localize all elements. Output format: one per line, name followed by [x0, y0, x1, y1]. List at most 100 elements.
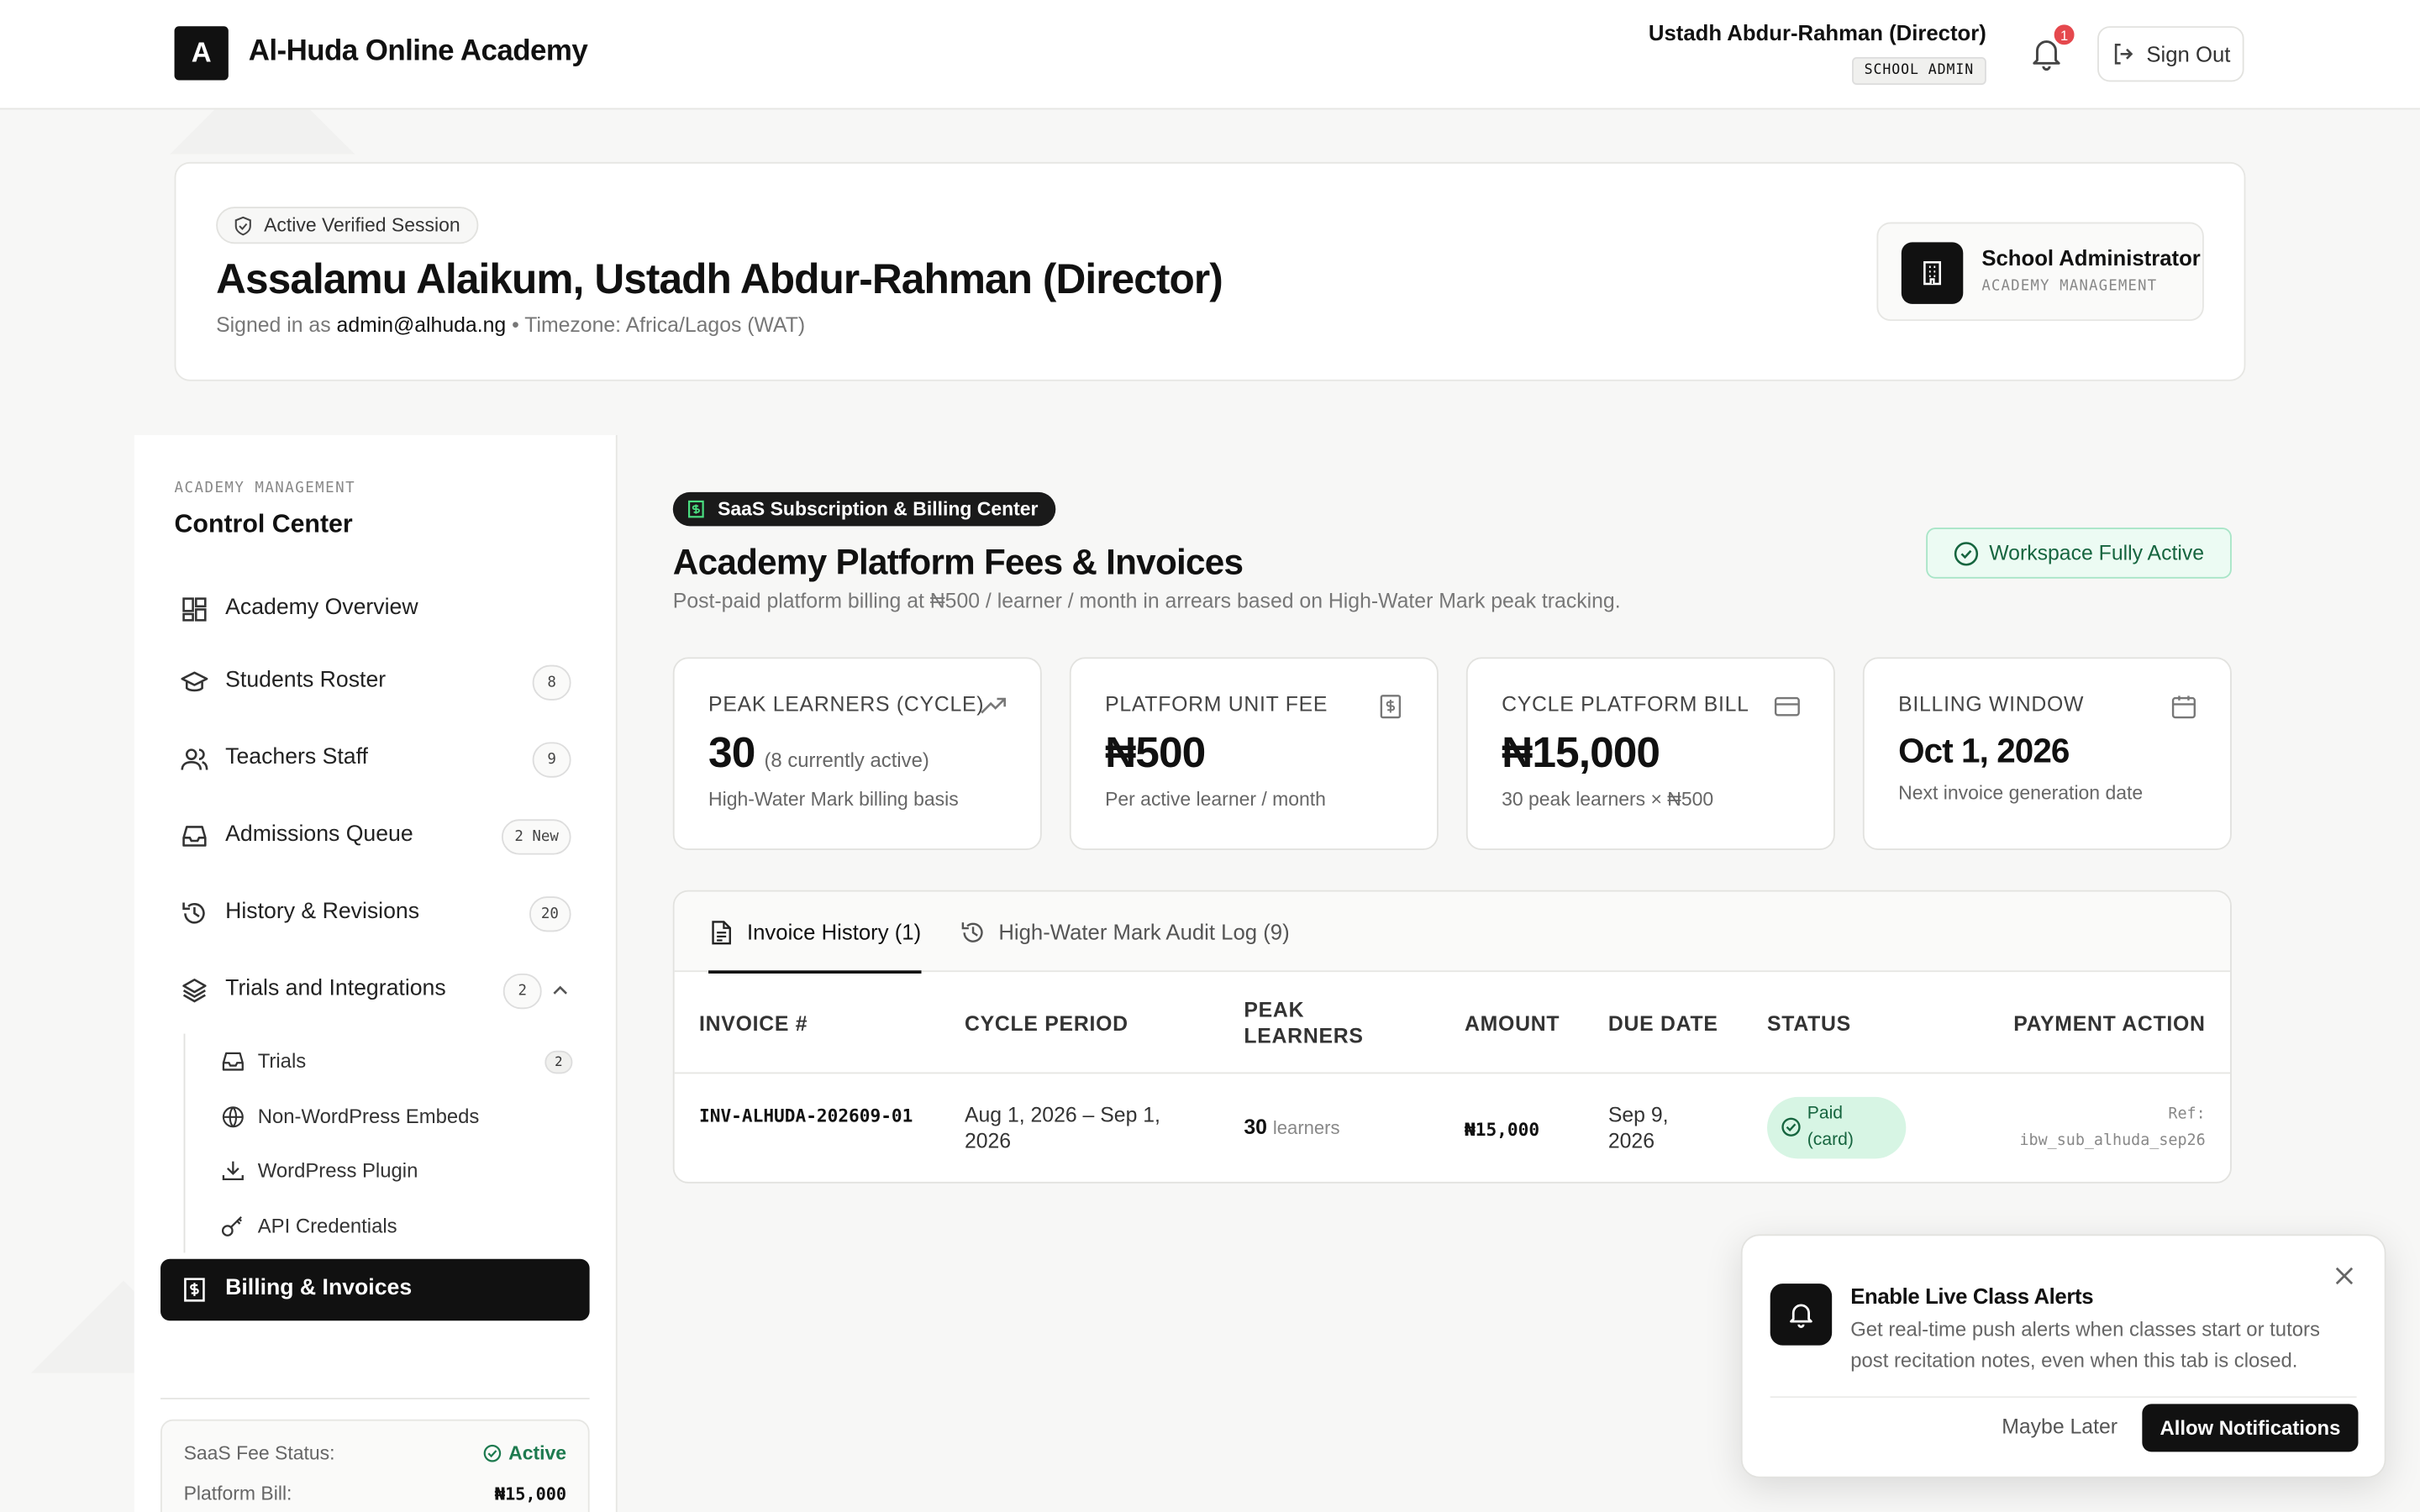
notification-permission-toast: Enable Live Class Alerts Get real-time p…: [1740, 1234, 2386, 1478]
column-header: AMOUNT: [1465, 1011, 1560, 1036]
fee-status-row: SaaS Fee Status: Active: [184, 1442, 567, 1464]
sidebar-item-label: Teachers Staff: [225, 745, 368, 770]
close-icon[interactable]: [2332, 1263, 2356, 1288]
stat-caption: Next invoice generation date: [1898, 782, 2144, 804]
tab-label: Invoice History (1): [746, 919, 922, 945]
sidebar-item-history-revisions[interactable]: History & Revisions 20: [160, 883, 590, 944]
invoice-panel: Invoice History (1) High-Water Mark Audi…: [672, 890, 2232, 1184]
tab-invoice-history[interactable]: Invoice History (1): [708, 892, 922, 974]
sidebar-item-label: Billing & Invoices: [225, 1275, 413, 1301]
tab-audit-log[interactable]: High-Water Mark Audit Log (9): [960, 892, 1290, 973]
users-icon: [181, 748, 208, 770]
peak-learners-unit: learners: [1272, 1116, 1340, 1139]
check-circle-icon: [1954, 541, 1978, 565]
building-icon: [1901, 242, 1964, 304]
invoice-number: INV-ALHUDA-202609-01: [699, 1105, 913, 1126]
key-icon: [221, 1215, 242, 1236]
notification-count-badge: 1: [2052, 23, 2076, 47]
stat-card-peak-learners: PEAK LEARNERS (CYCLE) 30 (8 currently act…: [672, 657, 1042, 851]
sidebar-item-admissions-queue[interactable]: Admissions Queue 2 New: [160, 806, 590, 867]
sign-out-button[interactable]: Sign Out: [2097, 26, 2244, 82]
section-pill: SaaS Subscription & Billing Center: [672, 491, 1055, 527]
welcome-card: Active Verified Session Assalamu Alaikum…: [174, 161, 2246, 381]
shield-icon: [234, 215, 251, 235]
stat-value-number: 30: [708, 727, 755, 776]
sidebar-item-trials-integrations[interactable]: Trials and Integrations 2: [160, 959, 590, 1021]
stat-value: ₦500: [1105, 727, 1206, 776]
table-header: INVOICE # CYCLE PERIOD PEAK LEARNERS AMO…: [674, 972, 2231, 1074]
cycle-period: Aug 1, 2026 – Sep 1, 2026: [964, 1103, 1160, 1153]
sidebar-item-billing-invoices[interactable]: Billing & Invoices: [160, 1258, 590, 1321]
check-circle-icon: [1781, 1117, 1801, 1137]
saas-fee-summary: SaaS Fee Status: Active Platform Bill: ₦…: [160, 1419, 590, 1512]
stat-aside: (8 currently active): [764, 748, 929, 772]
brand-name[interactable]: Al-Huda Online Academy: [249, 35, 588, 69]
download-icon: [222, 1161, 244, 1180]
platform-bill-value: ₦15,000: [494, 1483, 567, 1504]
sidebar-item-students-roster[interactable]: Students Roster 8: [160, 651, 590, 712]
sidebar-kicker: ACADEMY MANAGEMENT: [174, 480, 356, 497]
credit-card-icon: [1774, 696, 1800, 717]
subnav-item-api-credentials[interactable]: API Credentials: [218, 1204, 588, 1250]
sidebar-item-label: Academy Overview: [225, 595, 418, 621]
inbox-icon: [222, 1052, 244, 1071]
dashboard-icon: [182, 597, 207, 622]
peak-learners-count: 30: [1244, 1115, 1267, 1139]
allow-notifications-button[interactable]: Allow Notifications: [2142, 1404, 2359, 1452]
column-header: PEAK LEARNERS: [1244, 998, 1364, 1048]
subnav-item-trials[interactable]: Trials 2: [218, 1038, 588, 1084]
sidebar: ACADEMY MANAGEMENT Control Center Academ…: [134, 434, 618, 1512]
sidebar-item-academy-overview[interactable]: Academy Overview: [160, 579, 590, 640]
stat-label: CYCLE PLATFORM BILL: [1502, 692, 1749, 717]
layers-icon: [182, 979, 207, 1003]
toast-body: Get real-time push alerts when classes s…: [1850, 1317, 2320, 1372]
sidebar-item-label: Admissions Queue: [225, 822, 413, 848]
signed-in-prefix: Signed in as: [216, 312, 331, 337]
calendar-icon: [2171, 696, 2196, 719]
invoice-amount: ₦15,000: [1465, 1118, 1540, 1141]
count-badge: 2: [544, 1050, 573, 1074]
sidebar-item-teachers-staff[interactable]: Teachers Staff 9: [160, 728, 590, 790]
chevron-up-icon[interactable]: [551, 981, 570, 1000]
timezone-label: • Timezone: Africa/Lagos (WAT): [512, 312, 806, 337]
role-subtitle: ACADEMY MANAGEMENT: [1981, 277, 2158, 295]
session-badge: Active Verified Session: [216, 207, 479, 244]
stat-value: ₦15,000: [1502, 727, 1660, 776]
signed-in-info: Signed in as admin@alhuda.ng • Timezone:…: [216, 313, 805, 337]
fee-status-text: Active: [508, 1442, 567, 1465]
payment-reference: Ref: ibw_sub_alhuda_sep26: [2019, 1101, 2205, 1153]
inbox-icon: [182, 826, 207, 847]
history-icon: [182, 902, 205, 924]
sidebar-title: Control Center: [174, 510, 353, 539]
subnav-item-label: WordPress Plugin: [257, 1158, 418, 1182]
tab-label: High-Water Mark Audit Log (9): [998, 919, 1290, 945]
toast-title: Enable Live Class Alerts: [1850, 1284, 2094, 1309]
stat-label: BILLING WINDOW: [1898, 692, 2085, 717]
stat-caption: High-Water Mark billing basis: [708, 788, 959, 811]
user-role-badge: SCHOOL ADMIN: [1851, 56, 1986, 86]
stat-caption: 30 peak learners × ₦500: [1502, 788, 1714, 811]
subnav-item-wordpress-plugin[interactable]: WordPress Plugin: [218, 1148, 588, 1194]
maybe-later-button[interactable]: Maybe Later: [2002, 1415, 2118, 1438]
subnav-tree-line: [183, 1033, 186, 1253]
subnav-item-label: API Credentials: [257, 1214, 397, 1238]
reference-value: ibw_sub_alhuda_sep26: [2019, 1132, 2206, 1150]
page-subtitle: Post-paid platform billing at ₦500 / lea…: [672, 589, 1621, 613]
sidebar-item-label: Trials and Integrations: [225, 976, 446, 1002]
stat-label: PLATFORM UNIT FEE: [1105, 692, 1328, 717]
subnav-item-label: Non-WordPress Embeds: [257, 1105, 480, 1128]
stat-card-cycle-bill: CYCLE PLATFORM BILL ₦15,000 30 peak lear…: [1465, 657, 1835, 851]
column-header: PAYMENT ACTION: [2013, 1011, 2206, 1036]
stat-caption: Per active learner / month: [1105, 788, 1326, 811]
reference-label: Ref:: [2168, 1105, 2206, 1124]
trending-up-icon: [981, 697, 1006, 714]
role-card: School Administrator ACADEMY MANAGEMENT: [1876, 222, 2204, 322]
history-icon: [961, 921, 983, 942]
receipt-icon: [184, 1278, 205, 1302]
receipt-icon: [1380, 695, 1402, 719]
receipt-icon: [687, 500, 704, 518]
subnav-item-non-wordpress-embeds[interactable]: Non-WordPress Embeds: [218, 1094, 588, 1140]
workspace-status-badge: Workspace Fully Active: [1926, 528, 2232, 579]
stat-value: Oct 1, 2026: [1898, 731, 2070, 770]
bell-icon: [1770, 1284, 1833, 1346]
